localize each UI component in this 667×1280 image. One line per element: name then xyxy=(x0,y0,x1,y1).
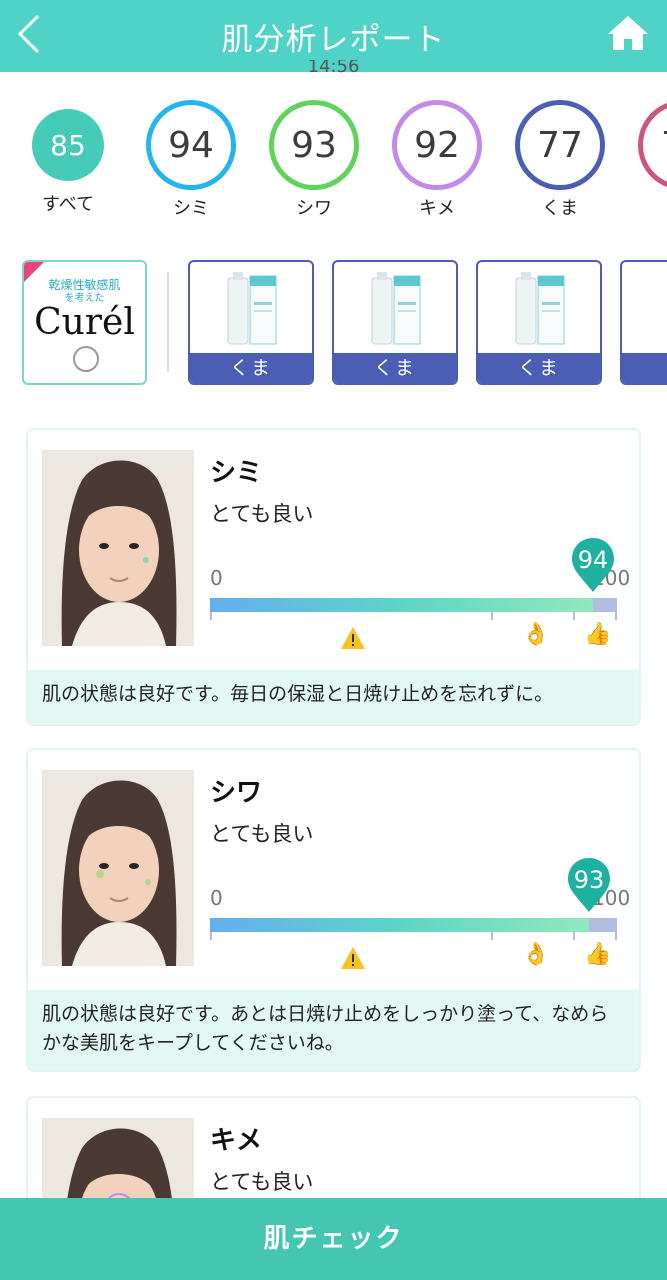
score-next-circle: 7 xyxy=(638,100,667,190)
result-card-shimi: シミ とても良い 0 100 94 👌 👍 肌の状態は良好です。毎日の保湿と日焼… xyxy=(26,428,641,726)
page-title: 肌分析レポート xyxy=(221,22,446,58)
card-grade: とても良い xyxy=(210,822,314,846)
score-pin-label: 93 xyxy=(573,866,605,894)
score-kime[interactable]: 92 キメ xyxy=(392,100,482,220)
score-bar-rest xyxy=(593,598,617,612)
product-tag: くま xyxy=(334,353,456,383)
ok-hand-icon: 👌 xyxy=(522,942,550,967)
product-tag: くま xyxy=(478,353,600,383)
score-shimi-circle: 94 xyxy=(146,100,236,190)
product-card[interactable]: くま xyxy=(476,260,602,385)
product-bottle-icon xyxy=(515,272,565,345)
skin-check-button[interactable]: 肌チェック xyxy=(0,1198,667,1280)
card-grade: とても良い xyxy=(210,502,314,526)
product-tag-partial xyxy=(622,353,667,383)
ok-hand-icon: 👌 xyxy=(522,622,550,647)
warning-icon xyxy=(341,627,365,649)
result-card-shiwa: シワ とても良い 0 100 93 👌 👍 肌の状態は良好です。あとは日焼け止め… xyxy=(26,748,641,1072)
face-photo-image xyxy=(42,450,194,646)
home-icon xyxy=(608,16,648,50)
score-kuma[interactable]: 77 くま xyxy=(515,100,605,220)
scale-min-label: 0 xyxy=(210,566,223,590)
score-all-label: すべて xyxy=(41,194,95,215)
brand-logo: Curél xyxy=(34,302,135,343)
score-bar-rest xyxy=(589,918,617,932)
bar-tick xyxy=(573,612,575,620)
score-kime-circle: 92 xyxy=(392,100,482,190)
card-title: シミ xyxy=(210,458,263,488)
score-bar-fill xyxy=(210,598,593,612)
card-comment: 肌の状態は良好です。毎日の保湿と日焼け止めを忘れずに。 xyxy=(28,670,639,724)
score-shiwa-label: シワ xyxy=(296,198,332,219)
card-comment: 肌の状態は良好です。あとは日焼け止めをしっかり塗って、なめらかな美肌をキープして… xyxy=(28,990,639,1070)
brand-card[interactable]: 乾燥性敏感肌 を考えた Curél xyxy=(22,260,147,385)
home-button[interactable] xyxy=(606,14,650,54)
score-pin-label: 94 xyxy=(577,546,609,574)
score-bar xyxy=(210,598,617,620)
bar-tick xyxy=(615,932,617,940)
score-strip[interactable]: 85 すべて 94 シミ 93 シワ 92 キメ 77 くま 7 xyxy=(0,100,667,225)
score-pin: 94 xyxy=(570,536,616,594)
bar-tick xyxy=(615,612,617,620)
bar-tick xyxy=(491,932,493,940)
score-all-circle: 85 xyxy=(32,109,104,181)
product-tag: くま xyxy=(190,353,312,383)
product-bottle-icon xyxy=(371,272,421,345)
score-kuma-label: くま xyxy=(542,198,578,219)
score-bar-fill xyxy=(210,918,589,932)
bar-tick xyxy=(210,932,212,940)
product-card[interactable]: くま xyxy=(332,260,458,385)
score-bar xyxy=(210,918,617,940)
product-bottle-icon xyxy=(227,272,277,345)
thumbs-up-icon: 👍 xyxy=(584,942,612,967)
scale-min-label: 0 xyxy=(210,886,223,910)
face-photo xyxy=(42,450,194,646)
score-kime-label: キメ xyxy=(419,198,455,219)
score-kuma-circle: 77 xyxy=(515,100,605,190)
product-strip[interactable]: 乾燥性敏感肌 を考えた Curél くま くま くま xyxy=(0,258,667,388)
warning-icon xyxy=(341,947,365,969)
product-card-partial[interactable] xyxy=(620,260,667,385)
score-shiwa[interactable]: 93 シワ xyxy=(269,100,359,220)
card-grade: とても良い xyxy=(210,1170,314,1194)
card-title: キメ xyxy=(210,1126,263,1156)
score-pin: 93 xyxy=(566,856,612,914)
face-photo-image xyxy=(42,770,194,966)
card-title: シワ xyxy=(210,778,263,808)
face-photo xyxy=(42,770,194,966)
score-shimi-label: シミ xyxy=(173,198,209,219)
score-next[interactable]: 7 xyxy=(638,100,667,190)
score-all[interactable]: 85 すべて xyxy=(23,100,113,216)
thumbs-up-icon: 👍 xyxy=(584,622,612,647)
bar-tick xyxy=(573,932,575,940)
timestamp: 14:56 xyxy=(307,60,360,77)
bar-tick xyxy=(491,612,493,620)
product-card[interactable]: くま xyxy=(188,260,314,385)
score-shimi[interactable]: 94 シミ xyxy=(146,100,236,220)
divider xyxy=(167,272,169,372)
brand-seal-icon xyxy=(73,346,99,372)
score-shiwa-circle: 93 xyxy=(269,100,359,190)
bar-tick xyxy=(210,612,212,620)
